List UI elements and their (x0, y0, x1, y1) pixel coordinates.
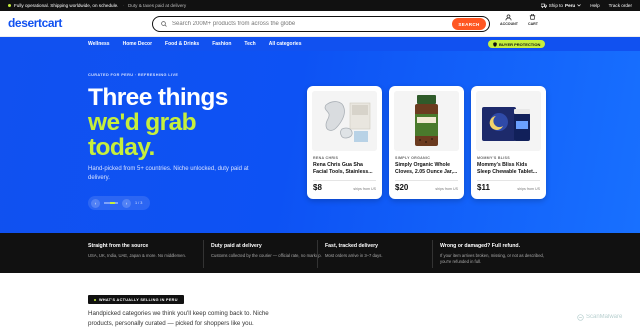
search-input[interactable] (172, 21, 452, 27)
feature-item: Straight from the source USA, UK, India,… (88, 243, 200, 259)
feature-item: Wrong or damaged? Full refund. If your i… (440, 243, 552, 266)
section-badge: WHAT'S ACTUALLY SELLING IN PERU (88, 295, 184, 304)
logo[interactable]: desertcart (8, 16, 64, 30)
help-link[interactable]: Help (590, 3, 599, 8)
carousel-next-button[interactable]: › (122, 198, 131, 208)
feature-item: Fast, tracked delivery Most orders arriv… (325, 243, 437, 259)
shield-icon (493, 41, 497, 47)
separator: · (122, 3, 124, 8)
product-price: $8 (313, 183, 322, 192)
carousel-prev-button[interactable]: ‹ (91, 198, 100, 208)
badge-dot-icon (94, 298, 96, 301)
divider (317, 240, 318, 268)
product-image-sleep-tablets (476, 91, 541, 151)
product-card[interactable]: MOMMY'S BLISS Mommy's Bliss Kids Sleep C… (471, 86, 546, 199)
truck-icon (540, 3, 547, 8)
buyer-protection-badge[interactable]: BUYER PROTECTION (488, 40, 546, 48)
carousel-progress (104, 202, 118, 204)
watermark-text: ScanMalware (586, 314, 623, 320)
duty-text: Duty & taxes paid at delivery (127, 3, 187, 8)
product-image-cloves (394, 91, 459, 151)
carousel-progress-fill (110, 202, 115, 204)
search-icon (161, 21, 167, 27)
ship-to-label: Ship to (548, 3, 563, 8)
buyer-protection-label: BUYER PROTECTION (499, 41, 541, 47)
product-image-gua-sha (312, 91, 377, 151)
site-header: desertcart SEARCH ACCOUNT CART (0, 11, 640, 37)
nav-item-all-categories[interactable]: All categories (269, 41, 302, 47)
ship-to-country: Peru (565, 3, 576, 8)
search-button[interactable]: SEARCH (452, 18, 486, 30)
hero-subtitle: Hand-picked from 5+ countries. Niche unl… (88, 166, 249, 181)
product-name[interactable]: Rena Chris Gua Sha Facial Tools, Stainle… (313, 162, 377, 176)
feature-title: Duty paid at delivery (211, 243, 262, 249)
nav-item-wellness[interactable]: Wellness (88, 41, 110, 47)
carousel-controls: ‹ › 1 / 3 (88, 196, 150, 210)
nav-item-fashion[interactable]: Fashion (212, 41, 231, 47)
status-text: Fully operational. Shipping worldwide, o… (14, 3, 119, 8)
feature-title: Wrong or damaged? Full refund. (440, 243, 521, 249)
hero-title-line2: we'd grab (88, 109, 197, 136)
cart-button[interactable]: CART (528, 14, 538, 26)
feature-title: Straight from the source (88, 243, 149, 249)
nav-item-tech[interactable]: Tech (244, 41, 255, 47)
nav-item-home-decor[interactable]: Home Decor (123, 41, 152, 47)
category-nav: Wellness Home Decor Food & Drinks Fashio… (0, 37, 640, 51)
watermark: ScanMalware (577, 310, 635, 324)
feature-desc: Customs collected by the courier — offic… (211, 253, 322, 258)
hero-title-line1: Three things (88, 84, 228, 111)
feature-desc: Most orders arrive in 3–7 days. (325, 253, 383, 258)
account-button[interactable]: ACCOUNT (500, 14, 518, 26)
user-icon (506, 14, 512, 21)
feature-desc: If your item arrives broken, missing, or… (440, 253, 545, 265)
feature-strip: Straight from the source USA, UK, India,… (0, 233, 640, 273)
product-card[interactable]: RENA CHRIS Rena Chris Gua Sha Facial Too… (307, 86, 382, 199)
product-brand: MOMMY'S BLISS (477, 156, 510, 160)
divider (432, 240, 433, 268)
logo-text: desertcart (8, 15, 63, 30)
search-bar: SEARCH (152, 16, 490, 32)
carousel-page-indicator: 1 / 3 (135, 201, 143, 205)
track-order-link[interactable]: Track order (609, 3, 632, 8)
ships-from-label: ships from US (353, 187, 376, 191)
cart-label: CART (527, 22, 538, 26)
nav-item-food-drinks[interactable]: Food & Drinks (165, 41, 199, 47)
divider (203, 240, 204, 268)
ships-from-label: ships from US (435, 187, 458, 191)
product-price: $20 (395, 183, 409, 192)
product-brand: SIMPLY ORGANIC (395, 156, 431, 160)
section-description: Handpicked categories we think you'll ke… (88, 310, 269, 327)
product-brand: RENA CHRIS (313, 156, 339, 160)
top-status-bar: Fully operational. Shipping worldwide, o… (0, 0, 640, 11)
chevron-down-icon (577, 4, 581, 7)
divider (313, 180, 376, 181)
feature-title: Fast, tracked delivery (325, 243, 379, 249)
section-badge-label: WHAT'S ACTUALLY SELLING IN PERU (99, 297, 178, 302)
cloves-jar-image (394, 91, 459, 151)
scan-logo-icon (577, 313, 584, 321)
product-card[interactable]: SIMPLY ORGANIC Simply Organic Whole Clov… (389, 86, 464, 199)
ships-from-label: ships from US (517, 187, 540, 191)
feature-item: Duty paid at delivery Customs collected … (211, 243, 323, 259)
sleep-tablets-image (476, 91, 541, 151)
divider (395, 180, 458, 181)
hero-title: Three things we'd grab today. (88, 85, 228, 160)
hero-banner: CURATED FOR PERU · REFRESHING LIVE Three… (0, 51, 640, 233)
product-price: $11 (477, 183, 490, 192)
product-name[interactable]: Simply Organic Whole Cloves, 2.05 Ounce … (395, 162, 459, 176)
product-name[interactable]: Mommy's Bliss Kids Sleep Chewable Tablet… (477, 162, 541, 176)
divider (477, 180, 540, 181)
hero-title-line3: today. (88, 134, 155, 161)
hero-kicker: CURATED FOR PERU · REFRESHING LIVE (88, 73, 179, 77)
account-label: ACCOUNT (500, 22, 518, 26)
feature-desc: USA, UK, India, UAE, Japan & more. No mi… (88, 253, 186, 258)
ship-to-selector[interactable]: Ship to Peru (540, 3, 582, 8)
gua-sha-image (312, 91, 377, 151)
status-dot-icon (8, 4, 11, 7)
cart-icon (530, 14, 536, 20)
